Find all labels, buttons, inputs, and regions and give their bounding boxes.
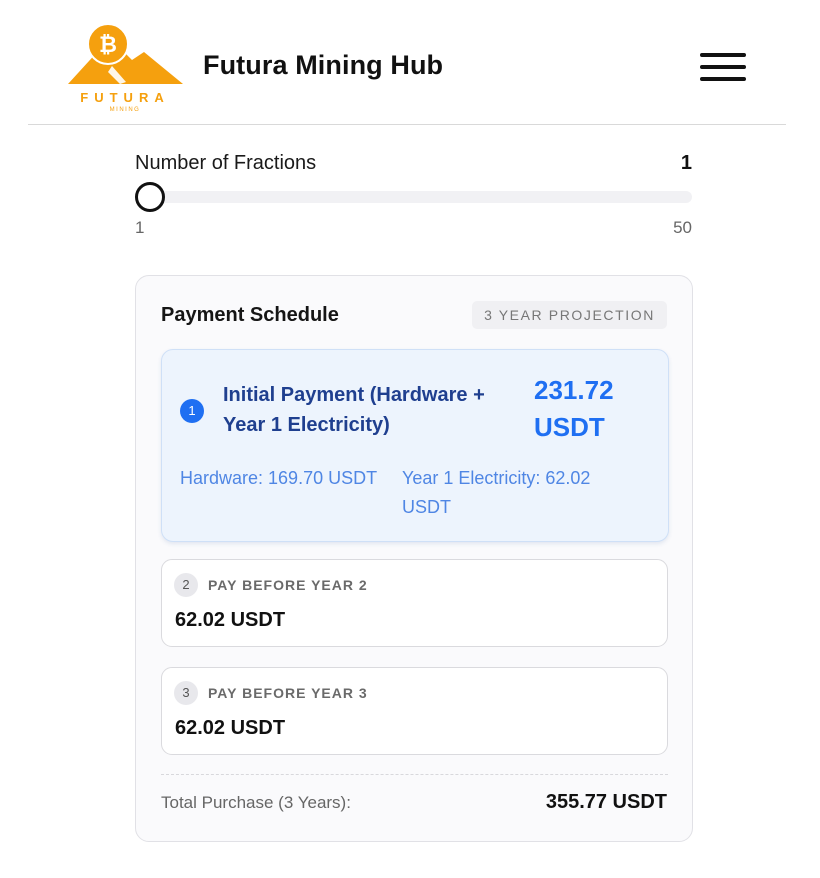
pay-before-year-2-box: 2 PAY BEFORE YEAR 2 62.02 USDT (161, 559, 668, 647)
menu-bar (700, 65, 746, 69)
app-title: Futura Mining Hub (203, 50, 444, 80)
step-number-badge: 2 (174, 573, 198, 597)
payment-schedule-card: Payment Schedule 3 YEAR PROJECTION 1 Ini… (135, 275, 693, 842)
futura-mining-logo[interactable]: ₿ FUTURA MINING (66, 22, 184, 114)
pay-before-year-2-amount: 62.02 USDT (175, 609, 286, 631)
logo-wordmark: FUTURA (80, 90, 169, 105)
pay-before-year-3-amount: 62.02 USDT (175, 717, 286, 739)
total-purchase-label: Total Purchase (3 Years): (161, 793, 351, 812)
initial-payment-title: Initial Payment (Hardware + Year 1 Elect… (223, 384, 485, 436)
initial-payment-amount: 231.72 USDT (534, 375, 614, 442)
mountain-bitcoin-logo-icon: ₿ FUTURA MINING (68, 23, 183, 113)
logo-subtext: MINING (110, 107, 141, 113)
year1-electricity-cost: Year 1 Electricity: 62.02 USDT (402, 468, 591, 517)
slider-max-label: 50 (673, 218, 692, 237)
pay-before-year-2-label: PAY BEFORE YEAR 2 (208, 577, 368, 593)
menu-bar (700, 53, 746, 57)
logo-coin-symbol: ₿ (99, 33, 117, 58)
payment-schedule-title: Payment Schedule (161, 304, 339, 326)
slider-min-label: 1 (135, 218, 145, 237)
step-number-badge: 1 (180, 399, 204, 423)
fractions-slider-track[interactable] (135, 191, 692, 203)
menu-bar (700, 77, 746, 81)
total-purchase-value: 355.77 USDT (545, 791, 667, 813)
app-header: ₿ FUTURA MINING Futura Mining Hub (0, 0, 820, 126)
total-divider (161, 774, 668, 775)
hardware-cost: Hardware: 169.70 USDT (180, 468, 378, 488)
fractions-slider-thumb[interactable] (135, 182, 165, 212)
step-number-badge: 3 (174, 681, 198, 705)
initial-payment-box: 1 Initial Payment (Hardware + Year 1 Ele… (161, 349, 669, 542)
pay-before-year-3-label: PAY BEFORE YEAR 3 (208, 685, 368, 701)
fractions-label: Number of Fractions (135, 152, 317, 174)
header-divider (28, 124, 786, 125)
projection-badge: 3 YEAR PROJECTION (472, 301, 667, 329)
hamburger-menu-icon[interactable] (698, 50, 748, 86)
fractions-value: 1 (680, 152, 692, 174)
pay-before-year-3-box: 3 PAY BEFORE YEAR 3 62.02 USDT (161, 667, 668, 755)
